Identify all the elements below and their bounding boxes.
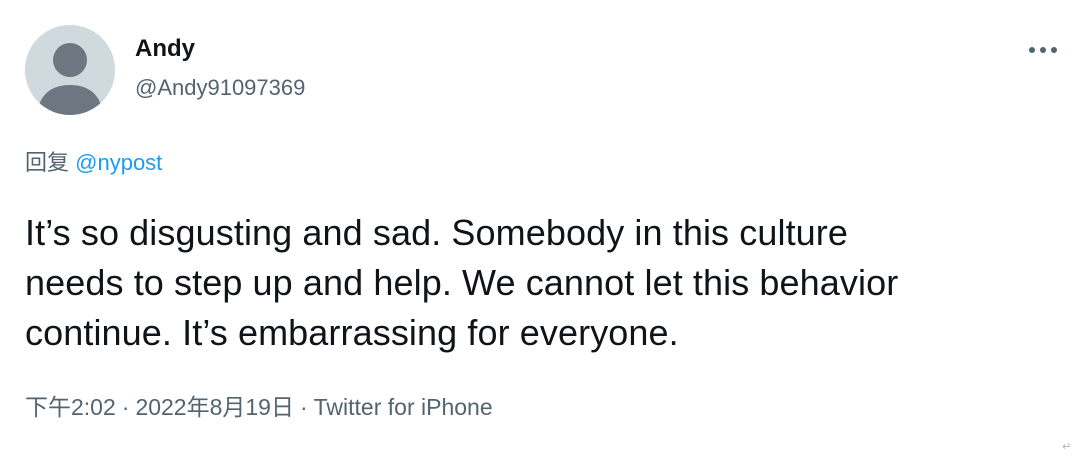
avatar[interactable]	[25, 25, 115, 115]
author-display-name[interactable]: Andy	[135, 34, 195, 64]
meta-separator: ·	[121, 394, 130, 420]
corner-return-mark: ↵	[1062, 440, 1072, 453]
tweet-text: It’s so disgusting and sad. Somebody in …	[25, 208, 1065, 358]
default-profile-icon	[25, 25, 115, 115]
tweet-source[interactable]: Twitter for iPhone	[314, 394, 493, 420]
tweet-text-line: It’s so disgusting and sad. Somebody in …	[25, 212, 849, 253]
tweet-text-line: continue. It’s embarrassing for everyone…	[25, 312, 679, 353]
tweet-text-line: needs to step up and help. We cannot let…	[25, 262, 899, 303]
tweet-meta: 下午2:02 · 2022年8月19日 · Twitter for iPhone	[25, 392, 493, 422]
reply-mention-link[interactable]: @nypost	[75, 150, 162, 175]
tweet-time[interactable]: 下午2:02	[25, 394, 116, 420]
more-options-icon	[1029, 47, 1057, 53]
reply-prefix: 回复	[25, 151, 70, 176]
meta-separator: ·	[299, 394, 308, 420]
tweet-date[interactable]: 2022年8月19日	[135, 394, 294, 420]
more-options-button[interactable]	[1023, 36, 1063, 64]
reply-context: 回复 @nypost	[25, 148, 162, 179]
author-handle[interactable]: @Andy91097369	[135, 74, 305, 102]
